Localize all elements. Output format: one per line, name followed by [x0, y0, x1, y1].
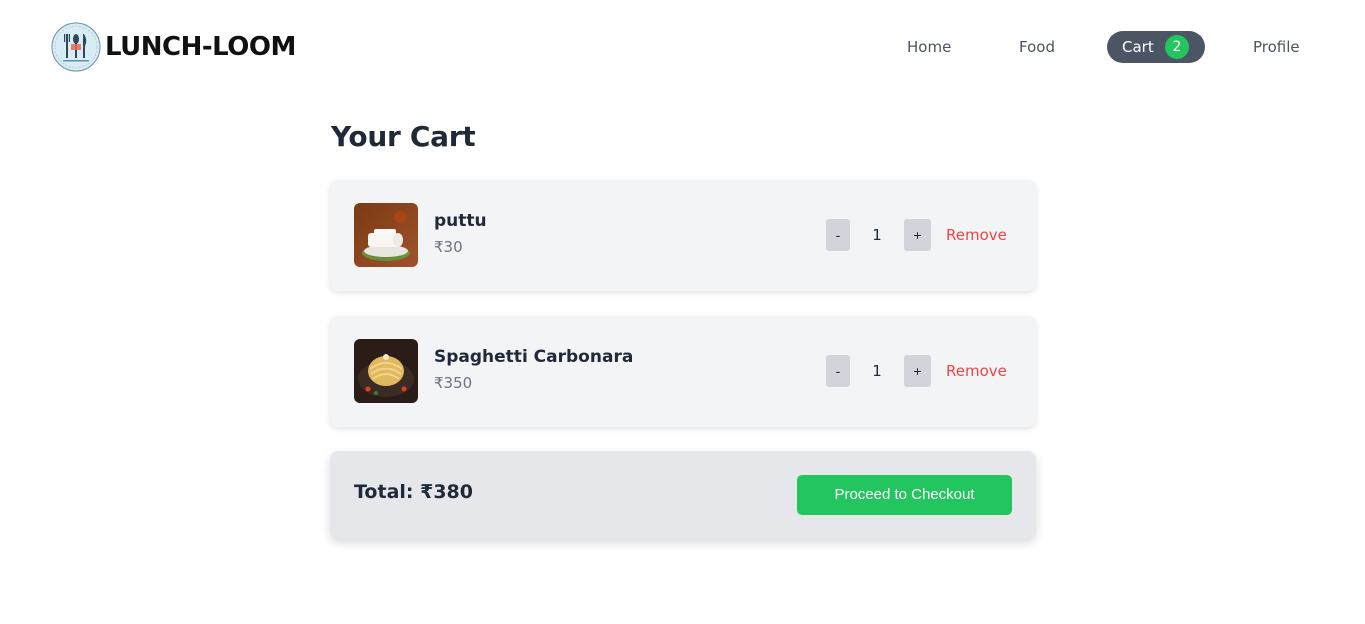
- nav-cart-label: Cart: [1122, 38, 1154, 56]
- spaghetti-food-image: [354, 339, 418, 403]
- proceed-to-checkout-button[interactable]: Proceed to Checkout: [797, 475, 1012, 515]
- item-name: puttu: [434, 211, 487, 231]
- item-price: ₹350: [434, 374, 473, 392]
- item-price: ₹30: [434, 238, 463, 256]
- cart-item: puttu ₹30 - 1 + Remove: [330, 180, 1036, 291]
- increase-quantity-button[interactable]: +: [904, 219, 931, 251]
- cart-summary: Total: ₹380 Proceed to Checkout: [330, 451, 1036, 539]
- main-nav: Home Food Cart 2 Profile: [0, 31, 1365, 63]
- quantity-value: 1: [872, 362, 882, 380]
- header: LUNCH-LOOM Home Food Cart 2 Profile: [0, 0, 1365, 94]
- cart-item: Spaghetti Carbonara ₹350 - 1 + Remove: [330, 316, 1036, 427]
- nav-cart-link[interactable]: Cart 2: [1107, 31, 1205, 63]
- puttu-food-image: [354, 203, 418, 267]
- page-title: Your Cart: [331, 120, 476, 153]
- increase-quantity-button[interactable]: +: [904, 355, 931, 387]
- decrease-quantity-button[interactable]: -: [826, 219, 850, 251]
- cart-page: Your Cart puttu ₹30 - 1 + Remove Spaghet…: [330, 112, 1036, 539]
- item-name: Spaghetti Carbonara: [434, 347, 634, 367]
- remove-item-button[interactable]: Remove: [946, 219, 1007, 251]
- cart-count-badge: 2: [1165, 35, 1189, 59]
- decrease-quantity-button[interactable]: -: [826, 355, 850, 387]
- quantity-value: 1: [872, 226, 882, 244]
- remove-item-button[interactable]: Remove: [946, 355, 1007, 387]
- nav-food-link[interactable]: Food: [1019, 31, 1055, 63]
- nav-profile-link[interactable]: Profile: [1253, 31, 1300, 63]
- nav-home-link[interactable]: Home: [907, 31, 951, 63]
- cart-total: Total: ₹380: [354, 481, 474, 503]
